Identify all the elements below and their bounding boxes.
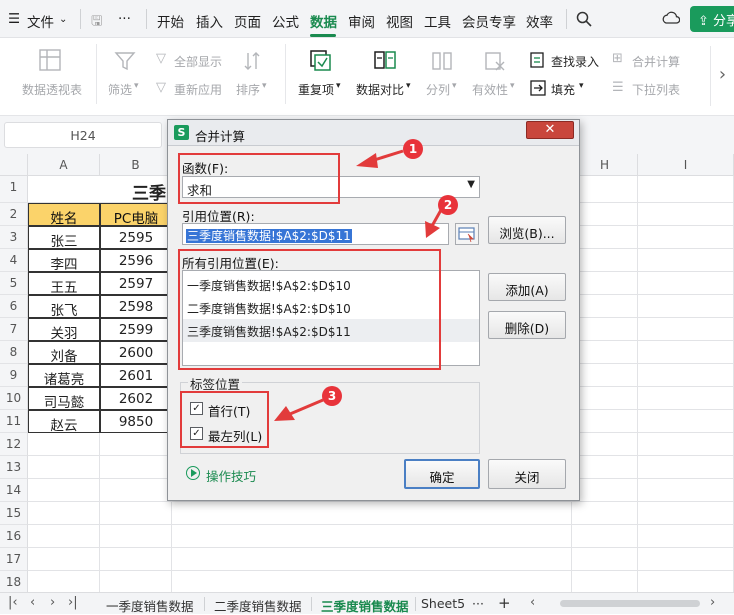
annotation-arrows: [274, 149, 443, 421]
annotation-badge-2: 2: [438, 195, 458, 215]
annotation-badge-1: 1: [403, 139, 423, 159]
annotation-badge-3: 3: [322, 386, 342, 406]
